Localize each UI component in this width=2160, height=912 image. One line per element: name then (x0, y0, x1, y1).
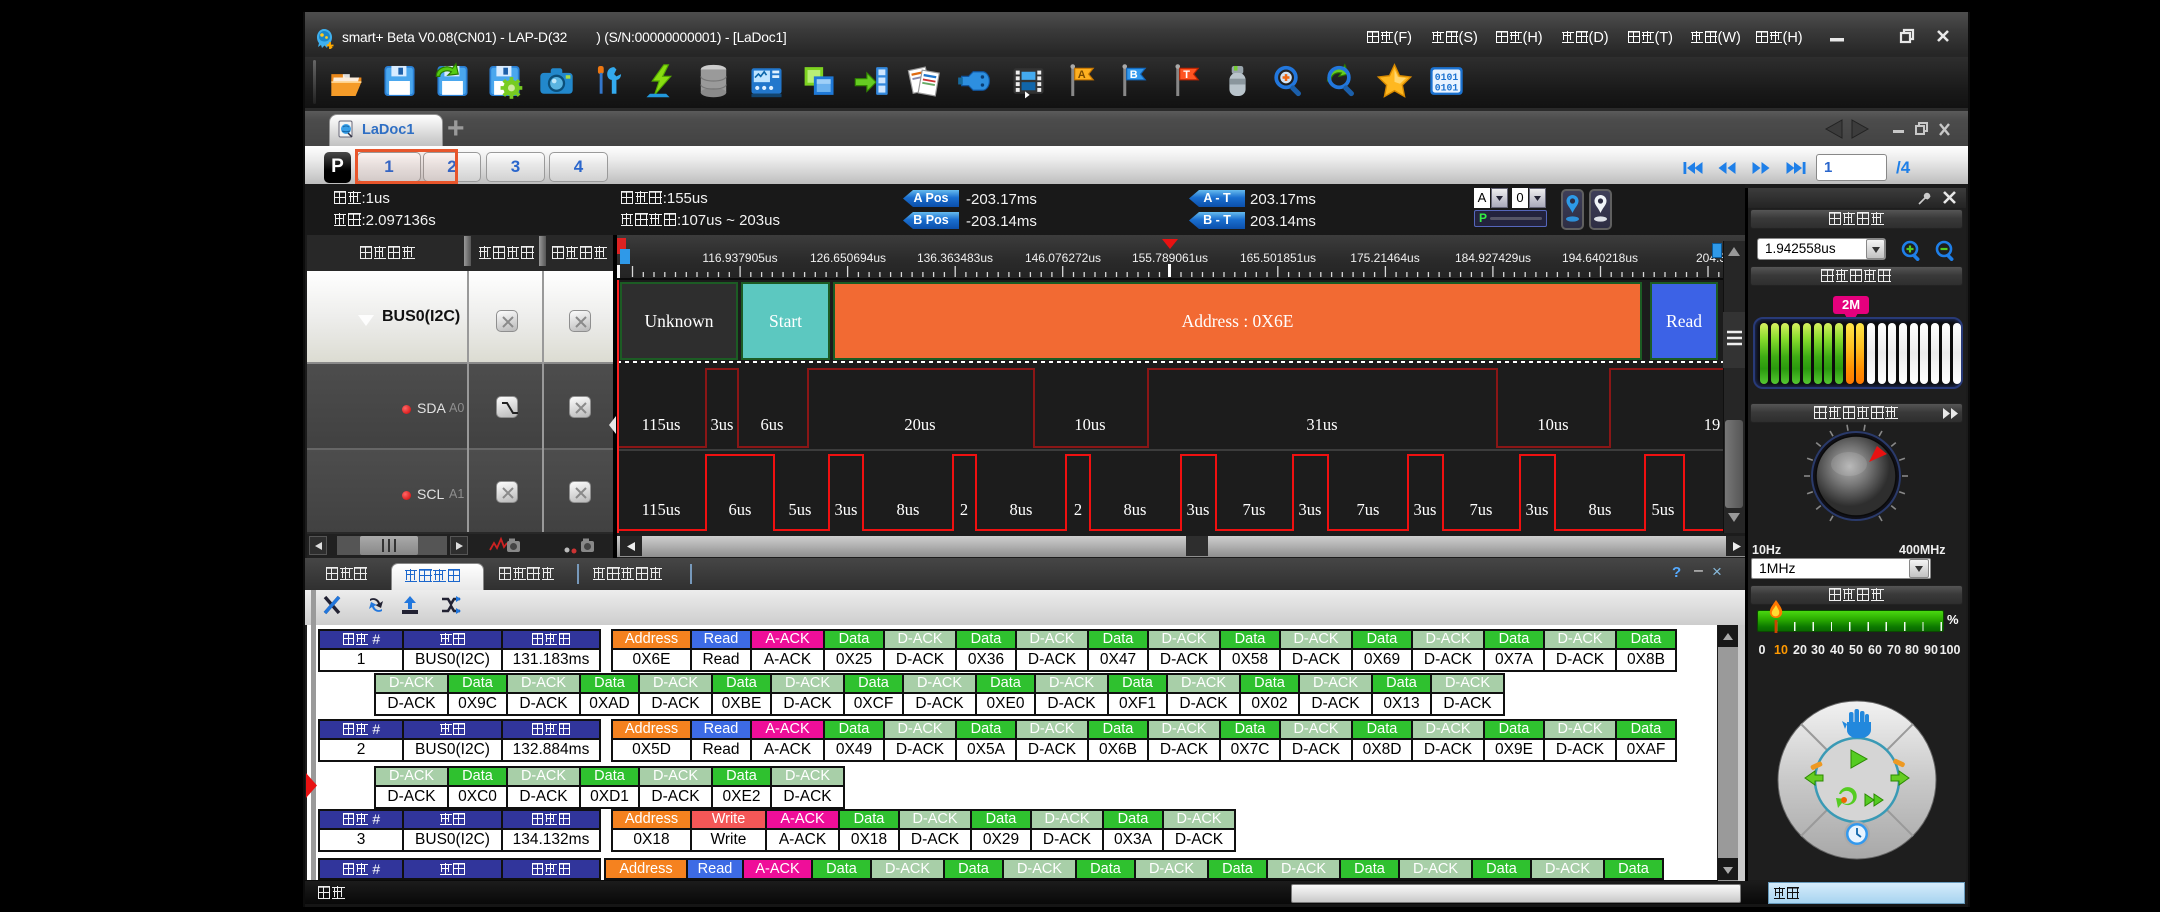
svg-text:B: B (1130, 69, 1138, 81)
svg-text:A: A (1078, 69, 1086, 81)
svg-text:0101: 0101 (1435, 72, 1459, 83)
svg-text:0101: 0101 (1435, 82, 1459, 93)
svg-text:T: T (1183, 69, 1190, 81)
